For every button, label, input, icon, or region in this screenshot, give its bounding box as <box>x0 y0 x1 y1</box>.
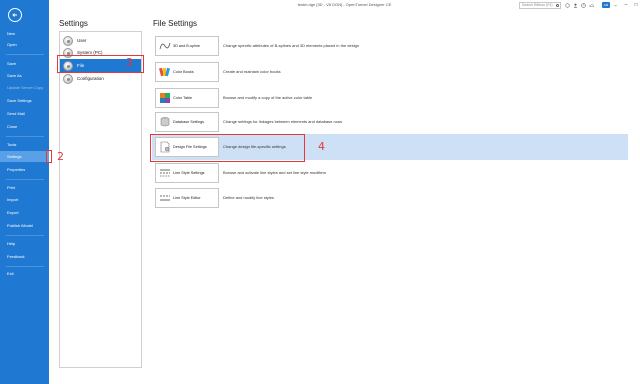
rail-item-properties[interactable]: Properties <box>0 164 49 175</box>
connect-icon[interactable] <box>565 3 570 8</box>
rail-item-export[interactable]: Export <box>0 207 49 218</box>
rail-item-publish-imodel[interactable]: Publish iModel <box>0 220 49 231</box>
settings-category-list: User System (PC) File Configuration <box>59 31 142 368</box>
annotation-number: 4 <box>318 140 325 153</box>
row-description: Browse and activate line styles and set … <box>223 170 326 175</box>
button-label: Database Settings <box>173 120 205 124</box>
file-setting-row: Line Style Editor Define and modify line… <box>152 185 628 211</box>
rail-item-feedback[interactable]: Feedback <box>0 251 49 262</box>
user-badge[interactable]: AM <box>602 2 610 8</box>
rail-item-save-settings[interactable]: Save Settings <box>0 95 49 106</box>
rail-item-tools[interactable]: Tools <box>0 139 49 150</box>
rail-divider <box>6 266 44 267</box>
rail-divider <box>6 54 44 55</box>
button-label: 3D and B-spline <box>173 44 201 48</box>
rail-item-send-mail[interactable]: Send Mail <box>0 108 49 119</box>
button-label: Color Books <box>173 70 194 74</box>
category-label: Configuration <box>77 76 104 81</box>
color-books-icon <box>159 67 170 77</box>
back-arrow-icon[interactable] <box>8 8 22 22</box>
settings-heading: Settings <box>59 19 88 28</box>
backstage-rail: New Open Save Save As Update Server Copy… <box>0 0 49 384</box>
line-style-editor-icon <box>160 195 170 201</box>
user-icon[interactable] <box>573 3 578 8</box>
color-table-icon <box>160 93 170 103</box>
rail-item-open[interactable]: Open <box>0 39 49 50</box>
button-label: Color Table <box>173 96 193 100</box>
rail-item-save-as[interactable]: Save As <box>0 70 49 81</box>
rail-item-import[interactable]: Import <box>0 194 49 205</box>
rail-item-update-server-copy: Update Server Copy <box>7 85 44 90</box>
file-settings-heading: File Settings <box>153 19 198 28</box>
maximize-icon[interactable]: □ <box>633 2 639 8</box>
database-settings-button[interactable]: Database Settings <box>155 112 219 132</box>
rail-item-save[interactable]: Save <box>0 58 49 69</box>
minimize-icon[interactable]: – <box>623 2 629 8</box>
search-icon <box>556 4 559 7</box>
rail-divider <box>6 235 44 236</box>
gear-icon <box>63 35 73 46</box>
category-configuration[interactable]: Configuration <box>60 72 141 85</box>
rail-item-settings[interactable]: Settings <box>0 151 49 162</box>
ribbon-search-input[interactable]: Search Ribbon (F4) <box>519 2 561 9</box>
cloud-icon[interactable] <box>589 3 594 8</box>
rail-divider <box>6 136 44 137</box>
database-icon <box>160 117 170 127</box>
rail-item-exit[interactable]: Exit <box>0 268 49 279</box>
line-style-editor-button[interactable]: Line Style Editor <box>155 188 219 208</box>
color-table-button[interactable]: Color Table <box>155 88 219 108</box>
file-setting-row: Line Style Settings Browse and activate … <box>152 160 628 186</box>
file-setting-row: Database Settings Change settings for li… <box>152 109 628 135</box>
annotation-box-design-file-settings <box>150 134 305 162</box>
annotation-number: 2 <box>57 150 64 163</box>
line-style-settings-button[interactable]: Line Style Settings <box>155 163 219 183</box>
gear-icon <box>63 73 73 84</box>
file-setting-row: 3D and B-spline Change specific attribut… <box>152 33 628 59</box>
chevron-down-icon[interactable] <box>613 3 618 8</box>
category-label: User <box>77 38 87 43</box>
annotation-box-settings <box>46 150 52 163</box>
help-icon[interactable]: ? <box>581 3 586 8</box>
annotation-number: 3 <box>126 56 133 69</box>
file-setting-row: Color Books Create and maintain color bo… <box>152 59 628 85</box>
search-placeholder: Search Ribbon (F4) <box>522 3 553 7</box>
button-label: Line Style Editor <box>173 196 201 200</box>
row-description: Define and modify line styles <box>223 195 274 200</box>
rail-divider <box>6 179 44 180</box>
title-bar: testm.dgn [3D - V8 DGN] - OpenTunnel Des… <box>49 0 640 11</box>
color-books-button[interactable]: Color Books <box>155 62 219 82</box>
row-description: Change settings for linkages between ele… <box>223 119 342 124</box>
rail-item-print[interactable]: Print <box>0 182 49 193</box>
row-description: Browse and modify a copy of the active c… <box>223 95 313 100</box>
row-description: Create and maintain color books <box>223 69 281 74</box>
row-description: Change specific attributes of B-splines … <box>223 43 360 48</box>
bspline-button[interactable]: 3D and B-spline <box>155 36 219 56</box>
rail-item-new[interactable]: New <box>0 28 49 39</box>
line-style-settings-icon <box>160 169 170 177</box>
file-setting-row: Color Table Browse and modify a copy of … <box>152 85 628 111</box>
rail-item-close[interactable]: Close <box>0 121 49 132</box>
bspline-icon <box>159 42 171 50</box>
button-label: Line Style Settings <box>173 171 205 175</box>
rail-item-help[interactable]: Help <box>0 238 49 249</box>
